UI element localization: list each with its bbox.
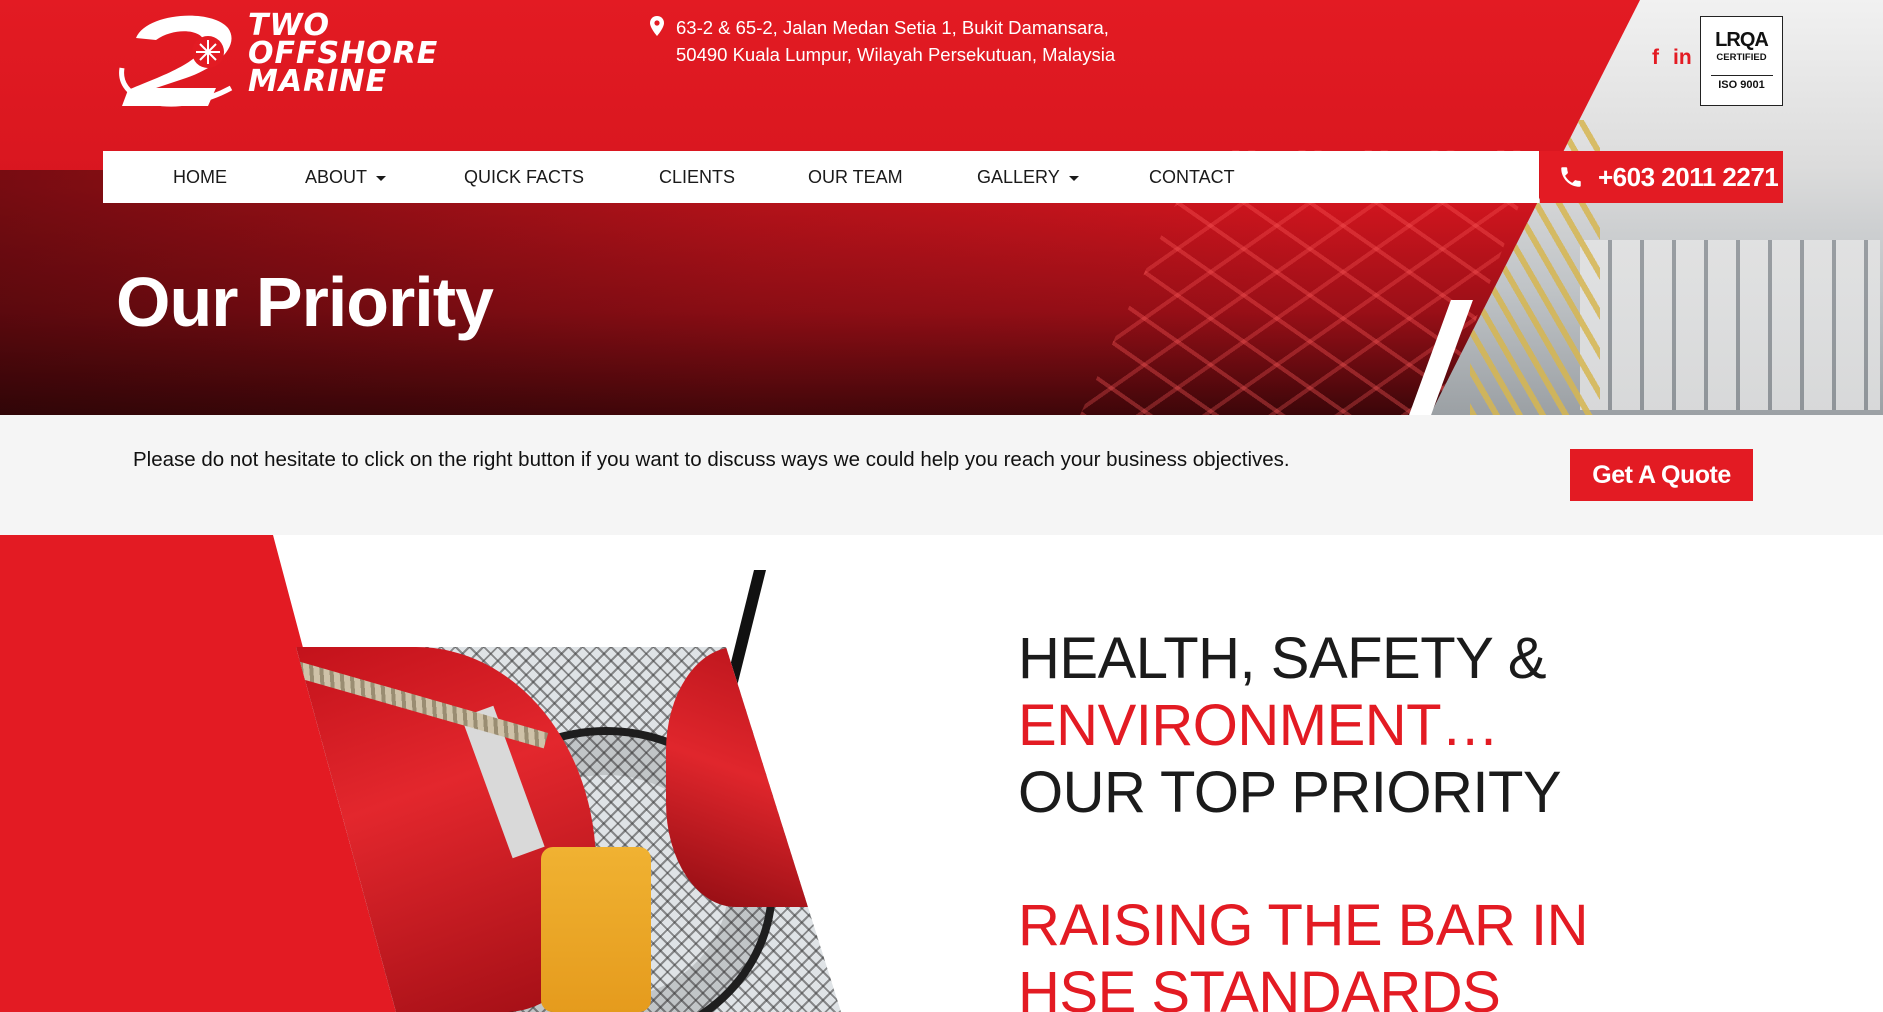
logo-line-marine: MARINE (248, 64, 387, 99)
main-navigation: HOME ABOUT QUICK FACTS CLIENTS OUR TEAM … (103, 151, 1539, 203)
get-a-quote-button[interactable]: Get A Quote (1570, 449, 1753, 501)
hse-heading: HEALTH, SAFETY & ENVIRONMENT… OUR TOP PR… (1018, 625, 1562, 826)
hse-heading-line-2: ENVIRONMENT… (1018, 693, 1499, 758)
phone-icon (1561, 167, 1581, 187)
hse-subheading: RAISING THE BAR IN HSE STANDARDS (1018, 892, 1589, 1012)
cta-text: Please do not hesitate to click on the r… (133, 448, 1290, 471)
hse-heading-line-3: OUR TOP PRIORITY (1018, 760, 1562, 825)
nav-label: GALLERY (977, 167, 1060, 187)
nav-item-contact[interactable]: CONTACT (1149, 151, 1235, 203)
linkedin-icon[interactable]: in (1673, 46, 1692, 70)
hse-subheading-line-2: HSE STANDARDS (1018, 960, 1501, 1012)
nav-item-clients[interactable]: CLIENTS (659, 151, 735, 203)
chevron-down-icon (1068, 175, 1079, 181)
nav-label: OUR TEAM (808, 167, 903, 187)
cert-standard: ISO 9001 (1710, 75, 1773, 91)
hse-heading-line-1: HEALTH, SAFETY & (1018, 626, 1547, 691)
phone-call-button[interactable]: +603 2011 2271 (1540, 151, 1783, 203)
nav-label: QUICK FACTS (464, 167, 585, 187)
address-line-2: 50490 Kuala Lumpur, Wilayah Persekutuan,… (676, 44, 1116, 65)
photo-harness (541, 847, 651, 1012)
nav-item-home[interactable]: HOME (173, 151, 227, 203)
nav-label: CLIENTS (659, 167, 736, 187)
lrqa-certification-badge: LRQA CERTIFIED ISO 9001 (1700, 16, 1783, 106)
nav-label: HOME (173, 167, 227, 187)
cert-name: LRQA (1715, 29, 1769, 51)
nav-label: ABOUT (305, 167, 368, 187)
logo-wordmark: TWO OFFSHORE MARINE (248, 11, 438, 99)
cta-band: Please do not hesitate to click on the r… (0, 415, 1883, 535)
page-title: Our Priority (116, 263, 494, 341)
photo-life-jacket-right (666, 647, 841, 907)
nav-item-gallery[interactable]: GALLERY (977, 151, 1079, 203)
map-pin-icon (650, 16, 664, 36)
nav-item-quick-facts[interactable]: QUICK FACTS (464, 151, 584, 203)
logo-mark-icon (119, 15, 233, 107)
site-logo[interactable]: TWO OFFSHORE MARINE (116, 8, 476, 116)
nav-item-our-team[interactable]: OUR TEAM (808, 151, 903, 203)
social-links: f in (1652, 46, 1692, 70)
phone-number: +603 2011 2271 (1598, 161, 1779, 192)
chevron-down-icon (376, 175, 387, 181)
facebook-icon[interactable]: f (1652, 46, 1659, 70)
cert-status: CERTIFIED (1716, 52, 1767, 63)
address-line-1: 63-2 & 65-2, Jalan Medan Setia 1, Bukit … (676, 17, 1109, 38)
nav-label: CONTACT (1149, 167, 1235, 187)
nav-item-about[interactable]: ABOUT (305, 151, 387, 203)
hse-subheading-line-1: RAISING THE BAR IN (1018, 893, 1589, 958)
